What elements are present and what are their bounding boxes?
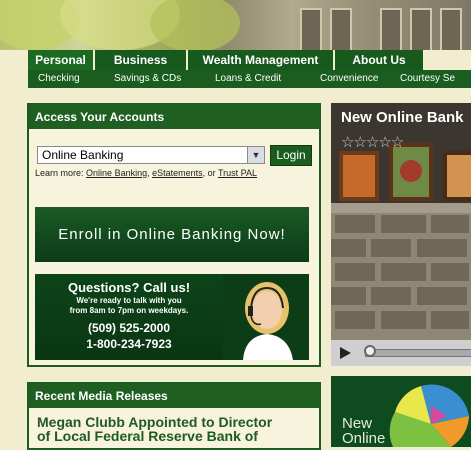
sub-nav: Checking Savings & CDs Loans & Credit Co… — [28, 70, 471, 88]
header-photo — [0, 0, 471, 52]
subnav-loans-credit[interactable]: Loans & Credit — [215, 70, 281, 88]
seek-handle[interactable] — [364, 345, 376, 357]
recent-media-panel: Recent Media Releases Megan Clubb Appoin… — [27, 382, 321, 450]
promo-line2: Online — [342, 430, 386, 447]
questions-hours: We're ready to talk with you from 8am to… — [35, 296, 223, 316]
questions-line2: from 8am to 7pm on weekdays. — [69, 306, 189, 315]
tab-business[interactable]: Business — [95, 50, 188, 70]
subnav-savings-cds[interactable]: Savings & CDs — [114, 70, 181, 88]
video-title: New Online Bank — [341, 109, 464, 126]
recent-media-title: Recent Media Releases — [29, 384, 319, 408]
account-type-select[interactable]: Online Banking ▼ — [37, 146, 265, 164]
learn-sep: , or — [202, 168, 216, 178]
enroll-online-banking-banner[interactable]: Enroll in Online Banking Now! — [35, 207, 309, 262]
subnav-convenience[interactable]: Convenience — [320, 70, 378, 88]
questions-line1: We're ready to talk with you — [76, 296, 182, 305]
questions-title: Questions? Call us! — [67, 280, 191, 295]
learn-more-label: Learn more: — [35, 168, 84, 178]
video-player[interactable]: New Online Bank ☆☆☆☆☆ — [331, 103, 471, 366]
learn-more-text: Learn more: Online Banking, eStatements,… — [35, 168, 257, 178]
play-icon[interactable] — [340, 347, 351, 359]
questions-call-banner[interactable]: Questions? Call us! We're ready to talk … — [35, 274, 309, 360]
media-headline-line1: Megan Clubb Appointed to Director — [37, 414, 273, 430]
subnav-checking[interactable]: Checking — [38, 70, 80, 88]
media-headline-line2: of Local Federal Reserve Bank of — [37, 428, 258, 444]
promo-text: New Online — [342, 416, 385, 446]
online-banking-link[interactable]: Online Banking — [86, 168, 147, 178]
chevron-down-icon[interactable]: ▼ — [247, 147, 264, 163]
account-type-value: Online Banking — [42, 148, 124, 162]
video-controls — [331, 340, 471, 366]
media-headline-link[interactable]: Megan Clubb Appointed to Director of Loc… — [37, 415, 317, 443]
phone-number-tollfree: 1-800-234-7923 — [86, 337, 172, 351]
enroll-label: Enroll in Online Banking Now! — [58, 226, 286, 243]
login-button[interactable]: Login — [270, 145, 312, 166]
tab-personal[interactable]: Personal — [28, 50, 95, 70]
seek-bar[interactable] — [365, 349, 471, 357]
tab-wealth-management[interactable]: Wealth Management — [188, 50, 335, 70]
rating-stars[interactable]: ☆☆☆☆☆ — [341, 133, 404, 151]
tab-about-us[interactable]: About Us — [335, 50, 425, 70]
promo-line1: New — [342, 415, 373, 432]
access-accounts-title: Access Your Accounts — [29, 105, 319, 129]
agent-photo — [223, 274, 309, 360]
estatements-link[interactable]: eStatements — [152, 168, 203, 178]
learn-sep: , — [147, 168, 150, 178]
online-promo-banner[interactable]: New Online — [331, 376, 471, 447]
trust-pal-link[interactable]: Trust PAL — [218, 168, 257, 178]
subnav-courtesy[interactable]: Courtesy Se — [400, 70, 455, 88]
phone-number-local: (509) 525-2000 — [87, 321, 171, 335]
